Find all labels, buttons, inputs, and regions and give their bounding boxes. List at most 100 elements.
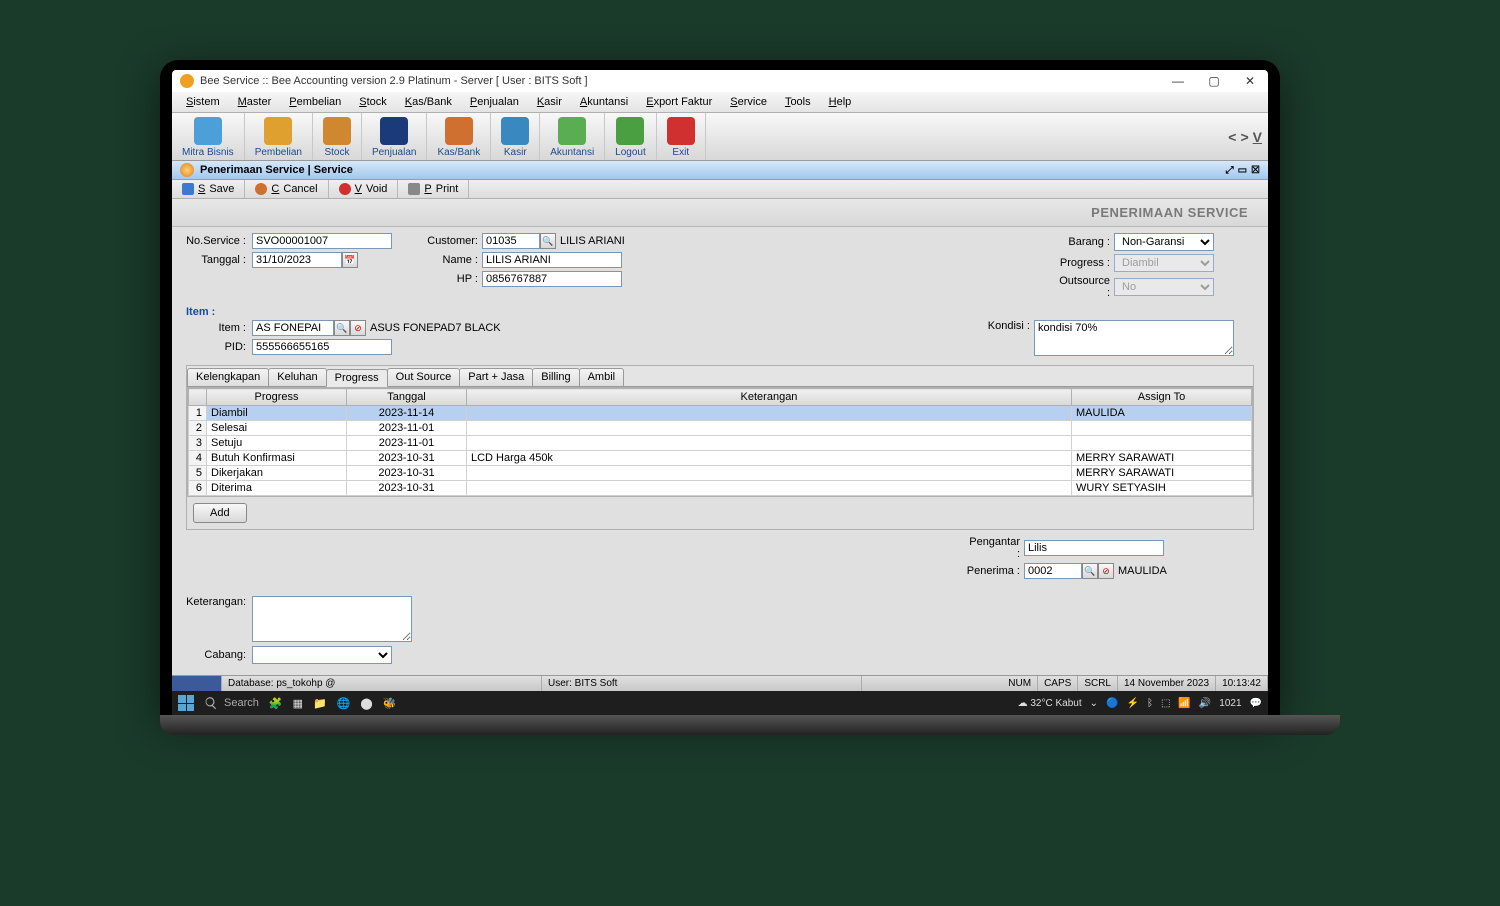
- tanggal-input[interactable]: [252, 252, 342, 268]
- pengantar-input[interactable]: [1024, 540, 1164, 556]
- no-service-label: No.Service :: [186, 235, 246, 247]
- minimize-button[interactable]: —: [1168, 74, 1188, 88]
- tray-notification-icon[interactable]: 💬: [1250, 698, 1262, 709]
- toolbar-stock[interactable]: Stock: [313, 113, 362, 160]
- void-button[interactable]: VVoid: [329, 180, 399, 198]
- menu-pembelian[interactable]: Pembelian: [281, 94, 349, 110]
- name-input[interactable]: [482, 252, 622, 268]
- start-button[interactable]: [178, 695, 194, 711]
- add-button[interactable]: Add: [193, 503, 247, 523]
- menu-akuntansi[interactable]: Akuntansi: [572, 94, 636, 110]
- item-name: ASUS FONEPAD7 BLACK: [370, 322, 501, 334]
- cabang-select[interactable]: [252, 646, 392, 664]
- taskbar-search[interactable]: Search: [204, 696, 259, 710]
- calendar-icon[interactable]: 📅: [342, 252, 358, 268]
- maximize-button[interactable]: ▢: [1204, 74, 1224, 88]
- task-icon[interactable]: 🌐: [337, 697, 351, 710]
- menu-penjualan[interactable]: Penjualan: [462, 94, 527, 110]
- form-area: No.Service : Tanggal : 📅 Customer: 🔍 LIL…: [172, 227, 1268, 675]
- item-code-input[interactable]: [252, 320, 334, 336]
- tab-progress[interactable]: Progress: [326, 369, 388, 387]
- penerima-delete-icon[interactable]: ⊘: [1098, 563, 1114, 579]
- nav-right-button[interactable]: >: [1240, 129, 1248, 145]
- toolbar-exit[interactable]: Exit: [657, 113, 706, 160]
- tray-icon[interactable]: 🔵: [1106, 698, 1118, 709]
- menu-sistem[interactable]: Sistem: [178, 94, 228, 110]
- toolbar-penjualan[interactable]: Penjualan: [362, 113, 427, 160]
- toolbar-pembelian[interactable]: Pembelian: [245, 113, 313, 160]
- tab-kelengkapan[interactable]: Kelengkapan: [187, 368, 269, 386]
- progress-select[interactable]: Diambil: [1114, 254, 1214, 272]
- tray-clock[interactable]: 1021: [1219, 698, 1241, 709]
- toolbar-logout[interactable]: Logout: [605, 113, 657, 160]
- menu-stock[interactable]: Stock: [351, 94, 395, 110]
- tray-icon[interactable]: ⚡: [1126, 698, 1138, 709]
- tray-volume-icon[interactable]: 🔊: [1199, 698, 1211, 709]
- menu-help[interactable]: Help: [821, 94, 860, 110]
- table-row[interactable]: 2Selesai2023-11-01: [189, 421, 1252, 436]
- tray-wifi-icon[interactable]: 📶: [1178, 698, 1190, 709]
- menu-kasir[interactable]: Kasir: [529, 94, 570, 110]
- table-row[interactable]: 6Diterima2023-10-31WURY SETYASIH: [189, 481, 1252, 496]
- barang-select[interactable]: Non-Garansi: [1114, 233, 1214, 251]
- child-minimize-button[interactable]: ▭: [1238, 165, 1247, 176]
- penerima-code-input[interactable]: [1024, 563, 1082, 579]
- table-row[interactable]: 5Dikerjakan2023-10-31MERRY SARAWATI: [189, 466, 1252, 481]
- table-row[interactable]: 1Diambil2023-11-14MAULIDA: [189, 406, 1252, 421]
- table-row[interactable]: 3Setuju2023-11-01: [189, 436, 1252, 451]
- child-close-button[interactable]: ☒: [1251, 165, 1260, 176]
- toolbar-mitrabisnis[interactable]: Mitra Bisnis: [172, 113, 245, 160]
- penerima-label: Penerima :: [964, 565, 1020, 577]
- kondisi-input[interactable]: kondisi 70%: [1034, 320, 1234, 356]
- keterangan-label: Keterangan:: [186, 596, 246, 608]
- menu-tools[interactable]: Tools: [777, 94, 819, 110]
- table-row[interactable]: 4Butuh Konfirmasi2023-10-31LCD Harga 450…: [189, 451, 1252, 466]
- item-search-icon[interactable]: 🔍: [334, 320, 350, 336]
- tanggal-label: Tanggal :: [186, 254, 246, 266]
- tray-bluetooth-icon[interactable]: ᛒ: [1147, 698, 1153, 709]
- pengantar-label: Pengantar :: [964, 536, 1020, 560]
- task-icon[interactable]: 📁: [313, 697, 327, 710]
- menu-master[interactable]: Master: [230, 94, 280, 110]
- tab-billing[interactable]: Billing: [532, 368, 579, 386]
- close-button[interactable]: ✕: [1240, 74, 1260, 88]
- save-button[interactable]: SSave: [172, 180, 245, 198]
- task-icon[interactable]: ▦: [293, 697, 303, 710]
- print-button[interactable]: PPrint: [398, 180, 469, 198]
- task-icon[interactable]: 🐝: [383, 697, 397, 710]
- outsource-label: Outsource :: [1054, 275, 1110, 299]
- keterangan-input[interactable]: [252, 596, 412, 642]
- v-button[interactable]: V: [1253, 129, 1262, 145]
- cancel-button[interactable]: CCancel: [245, 180, 328, 198]
- weather-tray[interactable]: ☁ 32°C Kabut: [1018, 698, 1082, 709]
- item-delete-icon[interactable]: ⊘: [350, 320, 366, 336]
- no-service-input[interactable]: [252, 233, 392, 249]
- toolbar-kasir[interactable]: Kasir: [491, 113, 540, 160]
- outsource-select[interactable]: No: [1114, 278, 1214, 296]
- task-icon[interactable]: 🧩: [269, 697, 283, 710]
- toolbar-akuntansi[interactable]: Akuntansi: [540, 113, 605, 160]
- customer-search-icon[interactable]: 🔍: [540, 233, 556, 249]
- tab-outsource[interactable]: Out Source: [387, 368, 461, 386]
- status-date: 14 November 2023: [1118, 676, 1216, 691]
- menu-service[interactable]: Service: [722, 94, 775, 110]
- nav-left-button[interactable]: <: [1228, 129, 1236, 145]
- toolbar-kasbank[interactable]: Kas/Bank: [427, 113, 491, 160]
- tab-ambil[interactable]: Ambil: [579, 368, 625, 386]
- menu-exportfaktur[interactable]: Export Faktur: [638, 94, 720, 110]
- main-toolbar: Mitra BisnisPembelianStockPenjualanKas/B…: [172, 113, 1268, 161]
- tab-keluhan[interactable]: Keluhan: [268, 368, 326, 386]
- menu-kasbank[interactable]: Kas/Bank: [397, 94, 460, 110]
- tab-partjasa[interactable]: Part + Jasa: [459, 368, 533, 386]
- tray-icon[interactable]: ⬚: [1161, 698, 1170, 709]
- status-bar: Database: ps_tokohp @ User: BITS Soft NU…: [172, 675, 1268, 691]
- task-icon[interactable]: ⬤: [360, 697, 372, 710]
- tray-chevron-icon[interactable]: ⌄: [1090, 698, 1098, 709]
- customer-code-input[interactable]: [482, 233, 540, 249]
- progress-label: Progress :: [1054, 257, 1110, 269]
- penerima-search-icon[interactable]: 🔍: [1082, 563, 1098, 579]
- hp-input[interactable]: [482, 271, 622, 287]
- cabang-label: Cabang:: [186, 649, 246, 661]
- child-restore-button[interactable]: ⤢: [1226, 165, 1234, 176]
- pid-input[interactable]: [252, 339, 392, 355]
